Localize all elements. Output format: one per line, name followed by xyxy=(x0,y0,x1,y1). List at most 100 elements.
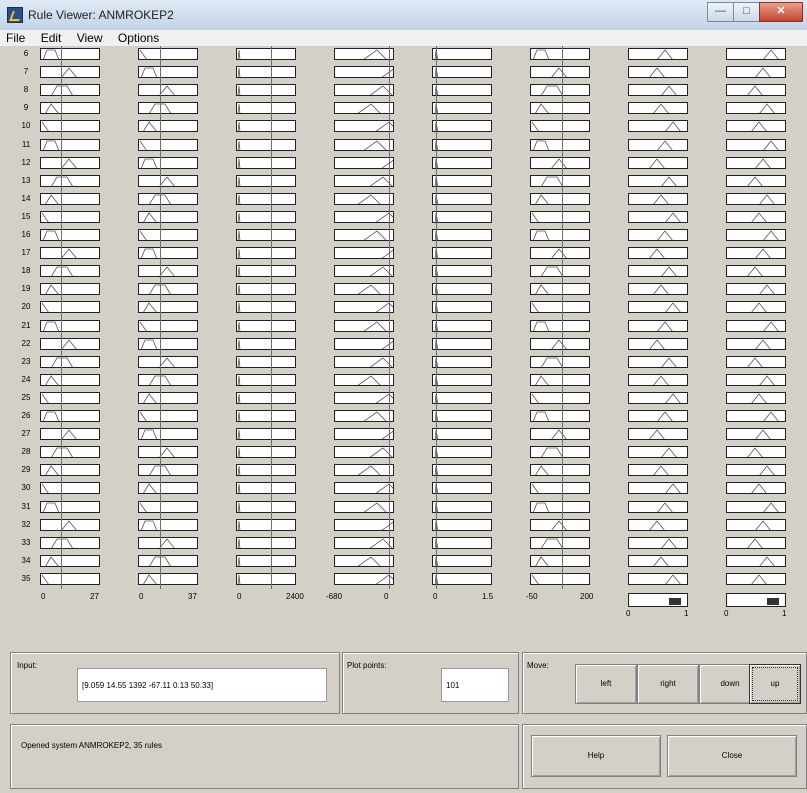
output-mf-plot[interactable] xyxy=(726,572,786,585)
input-mf-plot[interactable] xyxy=(334,355,394,368)
minimize-icon[interactable]: — xyxy=(707,2,734,22)
input-mf-plot[interactable] xyxy=(334,301,394,314)
input-mf-plot[interactable] xyxy=(530,554,590,567)
input-mf-plot[interactable] xyxy=(40,156,100,169)
input-mf-plot[interactable] xyxy=(236,66,296,79)
input-mf-plot[interactable] xyxy=(40,536,100,549)
output-mf-plot[interactable] xyxy=(726,210,786,223)
input-mf-plot[interactable] xyxy=(40,210,100,223)
input-mf-plot[interactable] xyxy=(334,572,394,585)
output-mf-plot[interactable] xyxy=(726,446,786,459)
input-mf-plot[interactable] xyxy=(40,301,100,314)
output-mf-plot[interactable] xyxy=(628,554,688,567)
input-mf-plot[interactable] xyxy=(530,48,590,60)
input-mf-plot[interactable] xyxy=(40,283,100,296)
input-mf-plot[interactable] xyxy=(138,229,198,241)
input-value-line[interactable] xyxy=(271,46,272,589)
output-mf-plot[interactable] xyxy=(628,518,688,531)
input-mf-plot[interactable] xyxy=(40,572,100,585)
input-mf-plot[interactable] xyxy=(40,138,100,151)
output-mf-plot[interactable] xyxy=(628,48,688,60)
aggregated-output-plot[interactable] xyxy=(628,593,688,607)
input-mf-plot[interactable] xyxy=(530,355,590,368)
input-mf-plot[interactable] xyxy=(432,120,492,133)
input-mf-plot[interactable] xyxy=(530,192,590,205)
input-mf-plot[interactable] xyxy=(236,337,296,350)
input-mf-plot[interactable] xyxy=(432,265,492,278)
plot-points-field[interactable]: 101 xyxy=(441,668,509,702)
input-mf-plot[interactable] xyxy=(40,229,100,241)
input-mf-plot[interactable] xyxy=(530,138,590,151)
input-mf-plot[interactable] xyxy=(432,572,492,585)
input-mf-plot[interactable] xyxy=(334,482,394,495)
input-value-line[interactable] xyxy=(389,46,390,589)
input-mf-plot[interactable] xyxy=(138,247,198,260)
input-mf-plot[interactable] xyxy=(432,518,492,531)
input-mf-plot[interactable] xyxy=(40,319,100,332)
input-mf-plot[interactable] xyxy=(40,355,100,368)
input-mf-plot[interactable] xyxy=(334,283,394,296)
output-mf-plot[interactable] xyxy=(628,174,688,187)
input-mf-plot[interactable] xyxy=(334,247,394,260)
output-mf-plot[interactable] xyxy=(726,464,786,477)
input-mf-plot[interactable] xyxy=(236,301,296,314)
output-mf-plot[interactable] xyxy=(726,428,786,441)
input-mf-plot[interactable] xyxy=(138,301,198,314)
input-mf-plot[interactable] xyxy=(138,355,198,368)
input-mf-plot[interactable] xyxy=(432,391,492,404)
move-left-button[interactable]: left xyxy=(575,664,637,704)
output-mf-plot[interactable] xyxy=(726,283,786,296)
input-value-line[interactable] xyxy=(61,46,62,589)
input-mf-plot[interactable] xyxy=(530,102,590,115)
input-mf-plot[interactable] xyxy=(236,210,296,223)
menu-edit[interactable]: Edit xyxy=(35,30,68,46)
input-value-line[interactable] xyxy=(436,46,437,589)
close-button[interactable]: Close xyxy=(667,735,797,777)
menu-file[interactable]: File xyxy=(0,30,31,46)
input-mf-plot[interactable] xyxy=(334,518,394,531)
output-mf-plot[interactable] xyxy=(726,229,786,241)
input-mf-plot[interactable] xyxy=(236,283,296,296)
input-mf-plot[interactable] xyxy=(40,120,100,133)
input-mf-plot[interactable] xyxy=(334,174,394,187)
output-mf-plot[interactable] xyxy=(726,84,786,97)
input-mf-plot[interactable] xyxy=(432,500,492,513)
input-mf-plot[interactable] xyxy=(236,247,296,260)
input-mf-plot[interactable] xyxy=(334,265,394,278)
input-mf-plot[interactable] xyxy=(530,464,590,477)
input-mf-plot[interactable] xyxy=(432,84,492,97)
close-window-icon[interactable]: ✕ xyxy=(759,2,803,22)
input-mf-plot[interactable] xyxy=(40,66,100,79)
move-up-button[interactable]: up xyxy=(749,664,801,704)
output-mf-plot[interactable] xyxy=(628,301,688,314)
input-mf-plot[interactable] xyxy=(432,102,492,115)
input-mf-plot[interactable] xyxy=(138,554,198,567)
output-mf-plot[interactable] xyxy=(628,391,688,404)
output-mf-plot[interactable] xyxy=(726,500,786,513)
input-mf-plot[interactable] xyxy=(236,156,296,169)
output-mf-plot[interactable] xyxy=(726,48,786,60)
input-mf-plot[interactable] xyxy=(432,283,492,296)
input-mf-plot[interactable] xyxy=(530,373,590,386)
input-mf-plot[interactable] xyxy=(334,446,394,459)
input-mf-plot[interactable] xyxy=(334,391,394,404)
input-mf-plot[interactable] xyxy=(334,500,394,513)
input-mf-plot[interactable] xyxy=(138,536,198,549)
output-mf-plot[interactable] xyxy=(726,410,786,422)
input-mf-plot[interactable] xyxy=(334,229,394,241)
input-mf-plot[interactable] xyxy=(138,572,198,585)
menu-view[interactable]: View xyxy=(71,30,109,46)
input-mf-plot[interactable] xyxy=(530,536,590,549)
input-mf-plot[interactable] xyxy=(40,464,100,477)
input-mf-plot[interactable] xyxy=(138,174,198,187)
input-mf-plot[interactable] xyxy=(432,410,492,422)
input-mf-plot[interactable] xyxy=(334,102,394,115)
output-mf-plot[interactable] xyxy=(628,355,688,368)
input-mf-plot[interactable] xyxy=(334,192,394,205)
input-mf-plot[interactable] xyxy=(432,319,492,332)
input-mf-plot[interactable] xyxy=(138,373,198,386)
output-mf-plot[interactable] xyxy=(628,283,688,296)
output-mf-plot[interactable] xyxy=(726,265,786,278)
input-mf-plot[interactable] xyxy=(40,500,100,513)
input-mf-plot[interactable] xyxy=(138,446,198,459)
